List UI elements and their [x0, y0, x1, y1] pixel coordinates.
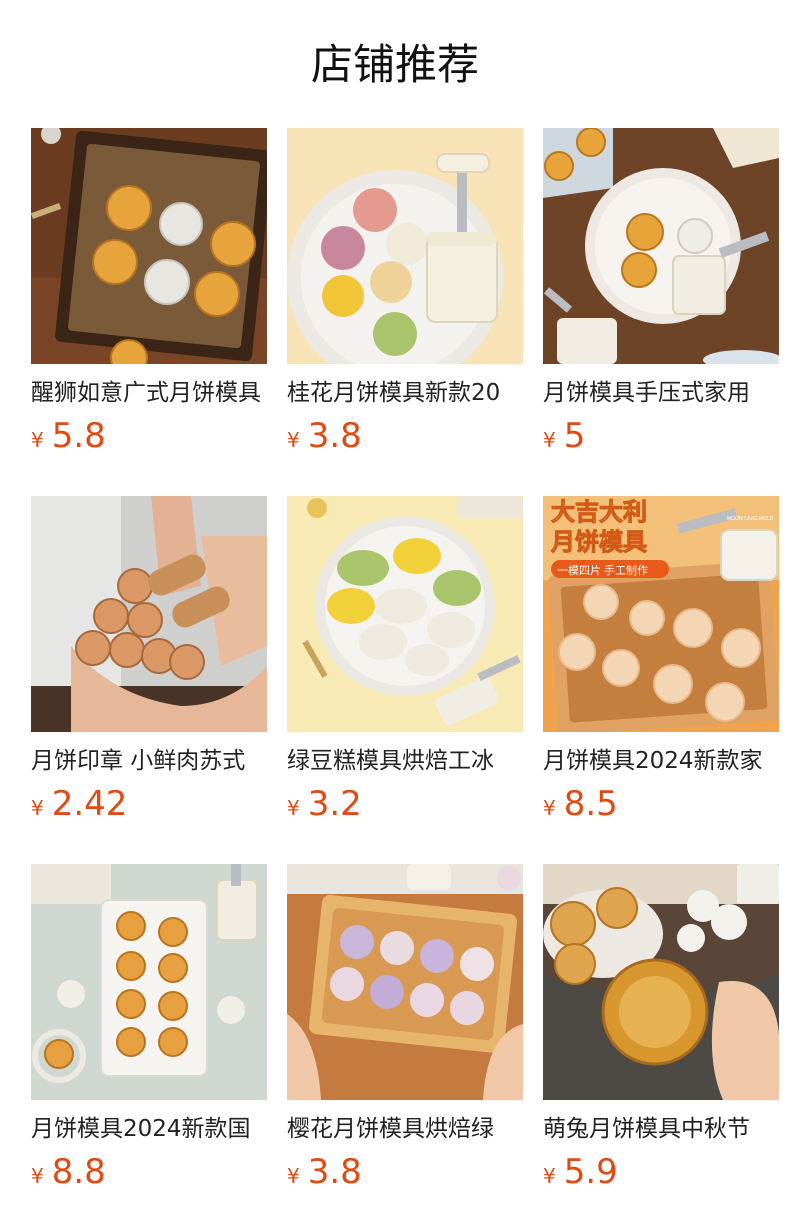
product-card-8[interactable]: 樱花月饼模具烘焙绿 ¥3.8 — [287, 864, 523, 1194]
promo-subheadline: 月饼模具 — [550, 529, 647, 556]
product-image-2[interactable] — [287, 128, 523, 364]
product-name[interactable]: 桂花月饼模具新款20 — [287, 376, 523, 410]
product-name[interactable]: 月饼模具2024新款国 — [31, 1112, 267, 1146]
product-card-5[interactable]: 绿豆糕模具烘焙工冰 ¥3.2 — [287, 496, 523, 826]
product-image-4[interactable] — [31, 496, 267, 732]
product-card-2[interactable]: 桂花月饼模具新款20 ¥3.8 — [287, 128, 523, 458]
product-image-9[interactable] — [543, 864, 779, 1100]
product-name[interactable]: 绿豆糕模具烘焙工冰 — [287, 744, 523, 778]
product-image-8[interactable] — [287, 864, 523, 1100]
currency-symbol: ¥ — [31, 796, 44, 820]
price-value: 8.8 — [51, 1152, 106, 1192]
product-price: ¥2.42 — [31, 782, 127, 826]
product-image-5[interactable] — [287, 496, 523, 732]
product-card-1[interactable]: 醒狮如意广式月饼模具 ¥5.8 — [31, 128, 267, 458]
product-card-4[interactable]: 月饼印章 小鲜肉苏式 ¥2.42 — [31, 496, 267, 826]
product-price: ¥8.8 — [31, 1150, 106, 1194]
currency-symbol: ¥ — [543, 1164, 556, 1188]
product-name[interactable]: 醒狮如意广式月饼模具 — [31, 376, 267, 410]
price-value: 3.8 — [307, 416, 362, 456]
price-value: 3.8 — [307, 1152, 362, 1192]
currency-symbol: ¥ — [287, 796, 300, 820]
currency-symbol: ¥ — [543, 428, 556, 452]
product-image-6[interactable]: 大吉大利 月饼模具 一模四片 手工制作 MOON CAKE MOLD — [543, 496, 779, 732]
product-name[interactable]: 萌兔月饼模具中秋节 — [543, 1112, 779, 1146]
price-value: 3.2 — [307, 784, 362, 824]
product-name[interactable]: 月饼印章 小鲜肉苏式 — [31, 744, 267, 778]
currency-symbol: ¥ — [31, 1164, 44, 1188]
price-value: 5.9 — [563, 1152, 618, 1192]
product-card-6[interactable]: 大吉大利 月饼模具 一模四片 手工制作 MOON CAKE MOLD 月饼模具2… — [543, 496, 779, 826]
product-card-7[interactable]: 月饼模具2024新款国 ¥8.8 — [31, 864, 267, 1194]
currency-symbol: ¥ — [31, 428, 44, 452]
currency-symbol: ¥ — [287, 1164, 300, 1188]
product-price: ¥3.2 — [287, 782, 362, 826]
product-name[interactable]: 月饼模具2024新款家 — [543, 744, 779, 778]
price-value: 5.8 — [51, 416, 106, 456]
product-name[interactable]: 月饼模具手压式家用 — [543, 376, 779, 410]
currency-symbol: ¥ — [287, 428, 300, 452]
promo-tag: 一模四片 手工制作 — [557, 563, 648, 577]
price-value: 2.42 — [51, 784, 128, 824]
product-image-1[interactable] — [31, 128, 267, 364]
product-price: ¥5 — [543, 414, 585, 458]
product-price: ¥8.5 — [543, 782, 618, 826]
section-title: 店铺推荐 — [310, 40, 479, 89]
promo-headline: 大吉大利 — [551, 499, 647, 526]
product-card-3[interactable]: 月饼模具手压式家用 ¥5 — [543, 128, 779, 458]
product-price: ¥5.9 — [543, 1150, 618, 1194]
product-price: ¥5.8 — [31, 414, 106, 458]
product-image-7[interactable] — [31, 864, 267, 1100]
price-value: 5 — [563, 416, 586, 456]
product-name[interactable]: 樱花月饼模具烘焙绿 — [287, 1112, 523, 1146]
product-price: ¥3.8 — [287, 1150, 362, 1194]
product-card-9[interactable]: 萌兔月饼模具中秋节 ¥5.9 — [543, 864, 779, 1194]
product-price: ¥3.8 — [287, 414, 362, 458]
currency-symbol: ¥ — [543, 796, 556, 820]
promo-corner-text: MOON CAKE MOLD — [727, 516, 774, 522]
product-image-3[interactable] — [543, 128, 779, 364]
price-value: 8.5 — [563, 784, 618, 824]
